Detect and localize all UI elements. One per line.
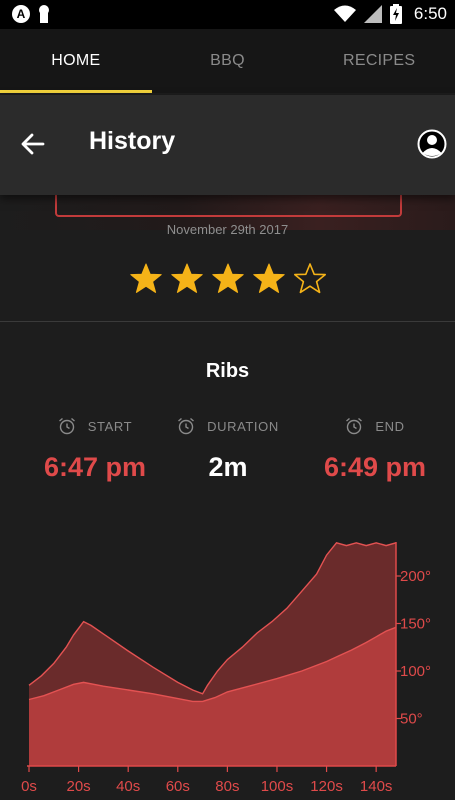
x-tick-label: 60s — [166, 778, 190, 795]
end-label: END — [375, 418, 405, 434]
x-tick-label: 80s — [215, 778, 239, 795]
x-tick-label: 0s — [21, 778, 37, 795]
status-bar-left: A — [12, 5, 50, 23]
tab-home[interactable]: HOME — [0, 29, 152, 93]
start-stat: START 6:47 pm — [20, 416, 170, 483]
y-tick-label: 100° — [400, 663, 431, 680]
tab-recipes[interactable]: RECIPES — [303, 29, 455, 93]
history-header: History — [0, 95, 455, 195]
temperature-chart: 0s 20s 40s 60s 80s 100s 120s 140s 50° 100° 150° 200… — [21, 542, 431, 795]
star-empty-icon[interactable] — [293, 262, 327, 296]
alarm-clock-icon — [178, 417, 195, 435]
alarm-clock-icon — [346, 417, 363, 435]
star-filled-icon[interactable] — [129, 262, 163, 296]
start-value: 6:47 pm — [43, 452, 147, 482]
y-tick-label: 200° — [400, 568, 431, 585]
active-tab-indicator — [0, 90, 152, 93]
signal-icon — [363, 5, 382, 23]
cook-name: Ribs — [205, 360, 250, 382]
star-filled-icon[interactable] — [211, 262, 245, 296]
tab-bar: HOME BBQ RECIPES — [0, 29, 455, 93]
star-filled-icon[interactable] — [252, 262, 286, 296]
y-tick-label: 50° — [400, 711, 423, 728]
status-bar: A 6:50 — [0, 0, 455, 29]
x-tick-label: 20s — [67, 778, 91, 795]
y-tick-label: 150° — [400, 616, 431, 633]
status-time: 6:50 — [413, 4, 447, 23]
duration-stat: DURATION 2m — [153, 416, 303, 483]
x-tick-label: 140s — [360, 778, 393, 795]
star-filled-icon[interactable] — [170, 262, 204, 296]
duration-value: 2m — [208, 452, 248, 482]
start-label: START — [87, 418, 133, 434]
keyhole-notification-icon — [39, 5, 49, 23]
profile-icon[interactable] — [417, 129, 447, 159]
tab-bbq[interactable]: BBQ — [152, 29, 304, 93]
cook-date: November 29th 2017 — [166, 222, 289, 237]
end-value: 6:49 pm — [323, 452, 427, 482]
alarm-clock-icon — [58, 417, 75, 435]
end-stat: END 6:49 pm — [300, 416, 450, 483]
battery-charging-icon — [389, 4, 402, 24]
x-tick-label: 120s — [310, 778, 343, 795]
cook-photo-frame — [55, 195, 402, 217]
x-tick-label: 100s — [261, 778, 294, 795]
x-tick-label: 40s — [116, 778, 140, 795]
wifi-icon — [333, 5, 356, 22]
app-notification-icon: A — [12, 5, 30, 23]
page-title: History — [89, 127, 176, 155]
star-rating[interactable] — [0, 262, 455, 296]
back-arrow-icon[interactable] — [18, 129, 48, 159]
divider — [0, 321, 455, 322]
duration-label: DURATION — [207, 418, 279, 434]
status-bar-right: 6:50 — [333, 4, 447, 24]
